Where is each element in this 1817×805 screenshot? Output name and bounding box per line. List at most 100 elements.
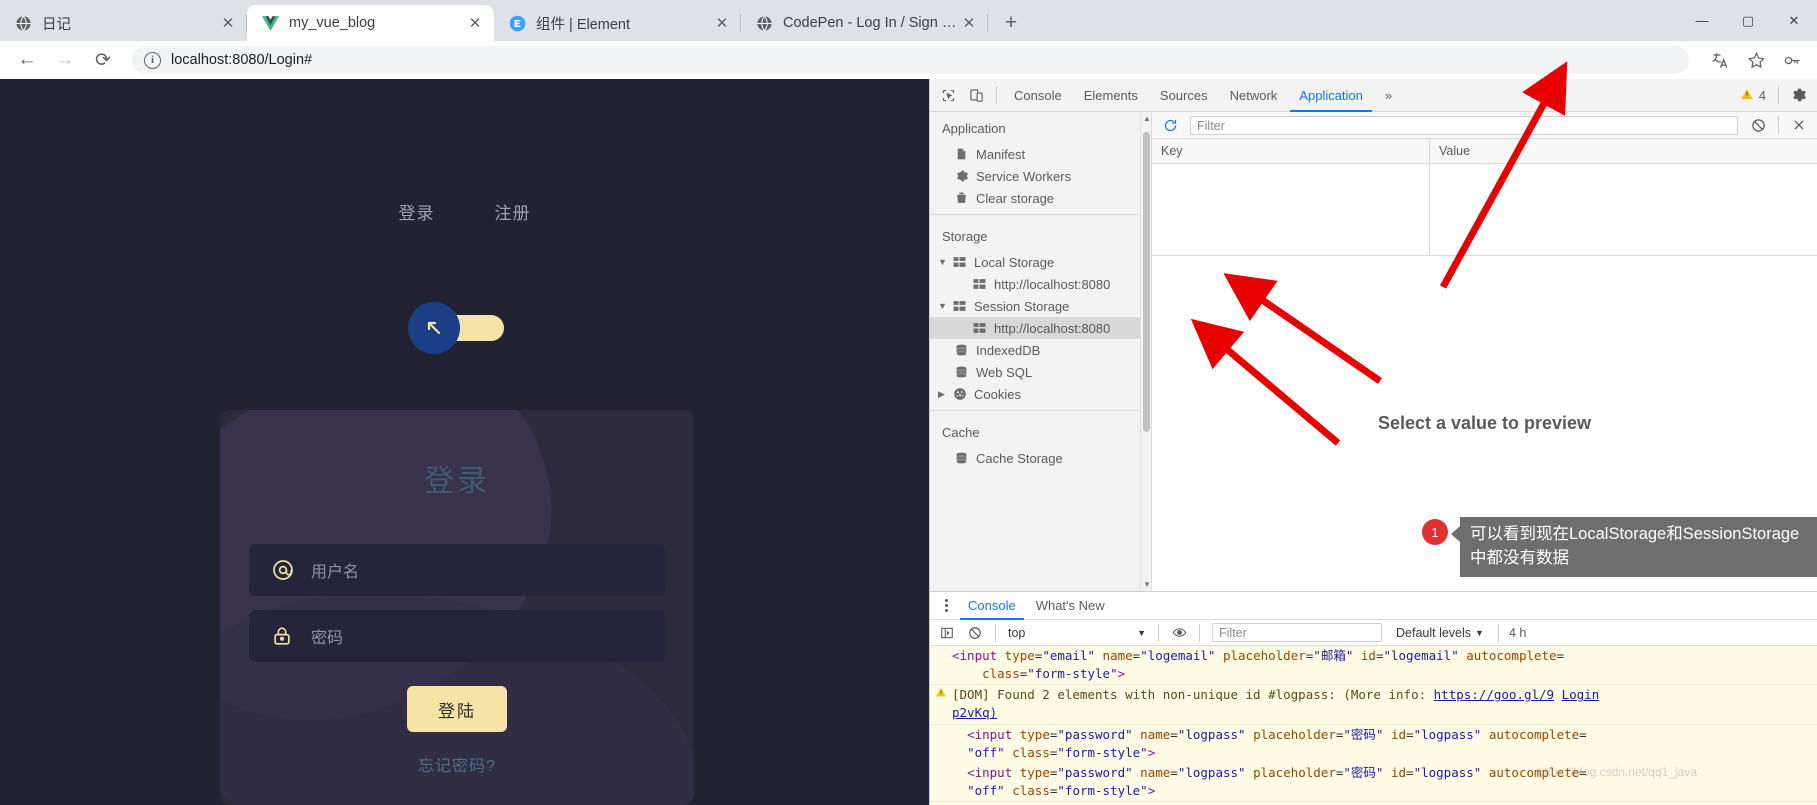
sidebar-item-session-storage[interactable]: ▼ Session Storage: [930, 295, 1151, 317]
file-icon: [954, 147, 969, 161]
storage-filter-input[interactable]: Filter: [1190, 115, 1738, 135]
devtools-tab-network[interactable]: Network: [1219, 79, 1289, 112]
console-message-text: <input type="password" name="logpass" pl…: [967, 764, 1587, 798]
sidebar-item-service-workers[interactable]: Service Workers: [930, 165, 1151, 187]
column-header-key[interactable]: Key: [1152, 139, 1430, 163]
spacer-icon: [930, 726, 952, 762]
devtools-tab-elements[interactable]: Elements: [1073, 79, 1149, 112]
scroll-down-arrow-icon[interactable]: ▼: [1143, 580, 1151, 589]
back-button[interactable]: ←: [10, 43, 44, 77]
theme-toggle-wrapper: [0, 302, 929, 354]
scrollbar-thumb[interactable]: [1143, 132, 1150, 432]
close-icon[interactable]: ✕: [711, 12, 733, 34]
maximize-button[interactable]: ▢: [1725, 5, 1771, 37]
key-icon[interactable]: [1777, 45, 1807, 75]
inspect-element-icon[interactable]: [934, 82, 962, 108]
console-toolbar-divider-4: [1497, 623, 1499, 642]
browser-tab-0[interactable]: 日记 ✕: [0, 5, 247, 41]
device-toolbar-icon[interactable]: [962, 82, 990, 108]
warning-count-badge[interactable]: 4: [1734, 87, 1772, 104]
translate-icon[interactable]: [1705, 45, 1735, 75]
browser-tab-1[interactable]: my_vue_blog ✕: [247, 5, 494, 41]
new-tab-button[interactable]: +: [994, 6, 1028, 40]
chevron-right-icon[interactable]: ▶: [938, 389, 952, 400]
sidebar-item-clear-storage[interactable]: Clear storage: [930, 187, 1151, 209]
username-field[interactable]: 用户名: [249, 544, 665, 596]
console-context-select[interactable]: top ▼: [1002, 623, 1152, 642]
sidebar-item-cookies[interactable]: ▶ Cookies: [930, 383, 1151, 405]
storage-table-body[interactable]: [1152, 164, 1817, 256]
close-window-button[interactable]: ✕: [1771, 5, 1817, 37]
close-icon[interactable]: ✕: [464, 12, 486, 34]
devtools-more-tabs-button[interactable]: »: [1374, 79, 1403, 112]
annotation-caret: [1451, 526, 1460, 543]
panel-icon[interactable]: [933, 620, 961, 646]
page-tab-register[interactable]: 注册: [495, 199, 531, 224]
forgot-password-link[interactable]: 忘记密码?: [220, 752, 694, 776]
sidebar-item-cache-storage[interactable]: Cache Storage: [930, 447, 1151, 469]
close-icon[interactable]: ✕: [217, 12, 239, 34]
browser-tab-title: 组件 | Element: [536, 16, 631, 33]
devtools-tab-console[interactable]: Console: [1003, 79, 1073, 112]
drawer-tab-whats-new[interactable]: What's New: [1026, 592, 1115, 620]
browser-tab-3[interactable]: CodePen - Log In / Sign Up - ✕: [741, 5, 988, 41]
reload-button[interactable]: ⟳: [86, 43, 120, 77]
devtools-panel: Console Elements Sources Network Applica…: [929, 79, 1817, 805]
console-message[interactable]: [DOM] Found 2 elements with non-unique i…: [930, 684, 1817, 725]
console-log-list[interactable]: <input type="email" name="logemail" plac…: [930, 646, 1817, 805]
sidebar-item-local-storage-origin[interactable]: http://localhost:8080: [930, 273, 1151, 295]
more-options-icon[interactable]: [934, 599, 958, 612]
console-filter-input[interactable]: Filter: [1212, 623, 1382, 642]
login-submit-button[interactable]: 登陆: [407, 686, 507, 732]
minimize-button[interactable]: —: [1679, 5, 1725, 37]
page-tab-login[interactable]: 登录: [399, 199, 435, 224]
sidebar-item-label: http://localhost:8080: [994, 320, 1111, 336]
database-icon: [954, 365, 969, 379]
no-entry-icon[interactable]: [961, 620, 989, 646]
star-icon[interactable]: [1741, 45, 1771, 75]
sidebar-item-web-sql[interactable]: Web SQL: [930, 361, 1151, 383]
forward-button[interactable]: →: [48, 43, 82, 77]
chevron-down-icon[interactable]: ▼: [938, 257, 952, 267]
close-icon[interactable]: ✕: [958, 12, 980, 34]
refresh-icon[interactable]: [1156, 112, 1184, 138]
password-field[interactable]: 密码: [249, 610, 665, 662]
chevron-down-icon[interactable]: ▼: [938, 301, 952, 311]
sidebar-item-session-storage-origin[interactable]: http://localhost:8080: [930, 317, 1151, 339]
console-message[interactable]: <input type="password" name="logpass" pl…: [930, 762, 1817, 801]
sidebar-item-label: Web SQL: [976, 364, 1033, 380]
column-header-value[interactable]: Value: [1430, 139, 1817, 163]
console-levels-select[interactable]: Default levels ▼: [1388, 626, 1492, 640]
gear-icon[interactable]: [1785, 82, 1813, 108]
storage-view: Filter Key Value Select a value to previ…: [1152, 112, 1817, 591]
browser-tab-2[interactable]: 组件 | Element ✕: [494, 5, 741, 41]
sidebar-item-local-storage[interactable]: ▼ Local Storage: [930, 251, 1151, 273]
scroll-up-arrow-icon[interactable]: ▲: [1143, 114, 1151, 123]
drawer-tab-console[interactable]: Console: [958, 592, 1026, 620]
annotation-number: 1: [1422, 519, 1448, 546]
url-input[interactable]: i localhost:8080/Login#: [132, 46, 1689, 74]
info-icon[interactable]: i: [144, 51, 161, 69]
console-context-value: top: [1008, 625, 1026, 640]
sidebar-item-manifest[interactable]: Manifest: [930, 143, 1151, 165]
sidebar-item-label: Cache Storage: [976, 450, 1063, 466]
devtools-tab-sources[interactable]: Sources: [1149, 79, 1219, 112]
sidebar-item-indexeddb[interactable]: IndexedDB: [930, 339, 1151, 361]
theme-toggle[interactable]: [407, 302, 504, 354]
sidebar-item-label: Clear storage: [976, 190, 1055, 206]
sidebar-section-application: Application: [942, 121, 1006, 136]
table-icon: [952, 300, 967, 312]
devtools-tab-application[interactable]: Application: [1288, 79, 1374, 112]
delete-icon[interactable]: [1785, 112, 1813, 138]
globe-icon: [755, 14, 773, 32]
console-message[interactable]: <input type="password" name="logpass" pl…: [930, 724, 1817, 763]
sidebar-scrollbar[interactable]: ▲ ▼: [1140, 112, 1151, 591]
chevron-down-icon: ▼: [1137, 627, 1146, 638]
console-levels-value: Default levels: [1396, 625, 1472, 640]
lock-icon: [271, 625, 297, 647]
console-message[interactable]: [DOM] Found 2 elements with non-unique i…: [930, 801, 1817, 805]
spacer-icon: [930, 764, 952, 800]
clear-icon[interactable]: [1744, 112, 1772, 138]
console-message[interactable]: <input type="email" name="logemail" plac…: [930, 646, 1817, 685]
eye-icon[interactable]: [1165, 620, 1193, 646]
